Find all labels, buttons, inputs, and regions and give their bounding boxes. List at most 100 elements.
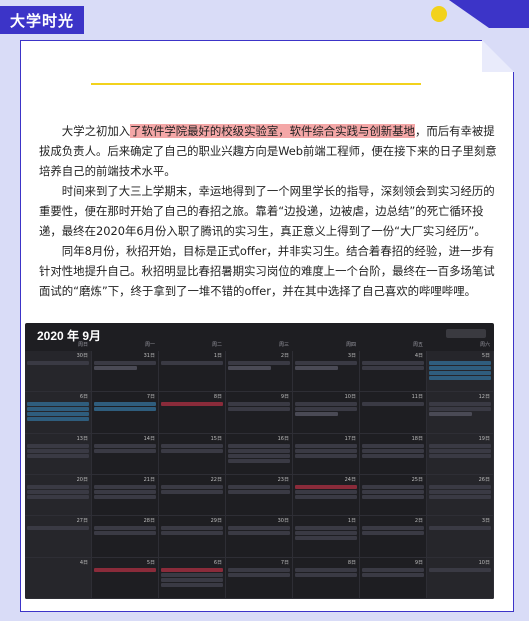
day-number: 1日 xyxy=(213,353,222,359)
day-events xyxy=(228,443,290,463)
paragraph-2: 时间来到了大三上学期末，幸运地得到了一个网里学长的指导，深刻领会到实习经历的重要… xyxy=(39,184,495,238)
event-bar xyxy=(362,494,424,499)
day-number: 30日 xyxy=(277,518,289,525)
day-number: 26日 xyxy=(478,476,490,483)
day-events xyxy=(429,567,491,572)
day-number: 4日 xyxy=(414,353,423,359)
event-bar xyxy=(429,443,491,448)
calendar-day: 11日 xyxy=(360,392,427,434)
calendar-day: 24日 xyxy=(293,474,360,517)
event-bar xyxy=(429,402,491,407)
event-bar xyxy=(295,536,357,541)
day-number: 27日 xyxy=(76,518,88,525)
day-number: 2日 xyxy=(414,518,423,525)
day-number: 17日 xyxy=(344,435,356,442)
day-number: 9日 xyxy=(280,394,289,401)
weekday-label: 周日 xyxy=(77,342,88,348)
day-number: 4日 xyxy=(79,559,88,566)
day-number: 5日 xyxy=(481,353,490,359)
event-bar xyxy=(161,572,223,577)
calendar-day: 16日 xyxy=(226,433,293,475)
event-bar xyxy=(429,366,491,370)
day-number: 28日 xyxy=(143,518,155,525)
calendar-day: 5日 xyxy=(92,557,159,599)
calendar-day: 25日 xyxy=(360,474,427,517)
event-bar xyxy=(228,448,290,453)
event-bar xyxy=(94,448,156,453)
calendar-day: 30日 xyxy=(226,516,293,558)
event-bar xyxy=(161,361,223,365)
calendar-day: 7日 xyxy=(92,392,159,434)
event-bar xyxy=(429,489,491,494)
event-bar xyxy=(27,443,89,448)
event-bar xyxy=(27,407,89,412)
day-events xyxy=(228,361,290,370)
day-events xyxy=(362,402,424,407)
event-bar xyxy=(228,361,290,365)
calendar-day: 20日 xyxy=(25,474,92,517)
calendar-day: 8日 xyxy=(293,557,360,599)
event-bar xyxy=(94,484,156,489)
calendar-day: 22日 xyxy=(159,474,226,517)
calendar-day: 1日 xyxy=(293,516,360,558)
event-bar xyxy=(362,453,424,458)
event-bar xyxy=(94,361,156,365)
day-events xyxy=(161,443,223,453)
day-events xyxy=(94,443,156,453)
calendar-day: 21日 xyxy=(92,474,159,517)
day-events xyxy=(94,402,156,412)
calendar-day: 9日 xyxy=(226,392,293,434)
day-events xyxy=(295,567,357,577)
day-number: 2日 xyxy=(280,353,289,359)
event-bar xyxy=(295,526,357,531)
event-bar xyxy=(27,484,89,489)
corner-decoration xyxy=(431,0,529,28)
day-events xyxy=(27,361,89,365)
day-number: 19日 xyxy=(478,435,490,442)
day-events xyxy=(27,526,89,531)
calendar-day: 19日 xyxy=(427,433,494,475)
weekday-label: 周五 xyxy=(412,342,423,348)
day-events xyxy=(362,567,424,577)
event-bar xyxy=(161,402,223,407)
event-bar xyxy=(228,366,272,370)
event-bar xyxy=(429,448,491,453)
calendar-day: 26日 xyxy=(427,474,494,517)
event-bar xyxy=(94,489,156,494)
event-bar xyxy=(27,417,89,422)
event-bar xyxy=(295,443,357,448)
day-number: 16日 xyxy=(277,435,289,442)
event-bar xyxy=(295,412,339,417)
day-number: 15日 xyxy=(210,435,222,442)
day-number: 18日 xyxy=(411,435,423,442)
day-number: 3日 xyxy=(347,353,356,359)
day-number: 29日 xyxy=(210,518,222,525)
weekday-label: 周二 xyxy=(211,342,222,348)
day-events xyxy=(362,443,424,458)
event-bar xyxy=(94,366,138,370)
calendar-day: 9日 xyxy=(360,557,427,599)
event-bar xyxy=(362,366,424,370)
day-events xyxy=(362,526,424,536)
calendar-day: 30日 xyxy=(25,351,92,393)
day-number: 10日 xyxy=(344,394,356,401)
event-bar xyxy=(228,572,290,577)
event-bar xyxy=(295,402,357,407)
day-number: 13日 xyxy=(76,435,88,442)
event-bar xyxy=(228,407,290,412)
event-bar xyxy=(27,448,89,453)
event-bar xyxy=(429,567,491,572)
calendar-day: 17日 xyxy=(293,433,360,475)
day-events xyxy=(429,526,491,531)
day-events xyxy=(429,402,491,417)
event-bar xyxy=(429,361,491,365)
event-bar xyxy=(27,526,89,531)
day-number: 7日 xyxy=(280,559,289,566)
event-bar xyxy=(228,402,290,407)
day-events xyxy=(228,526,290,536)
event-bar xyxy=(362,361,424,365)
day-number: 8日 xyxy=(347,559,356,566)
event-bar xyxy=(94,402,156,407)
event-bar xyxy=(161,489,223,494)
day-number: 14日 xyxy=(143,435,155,442)
